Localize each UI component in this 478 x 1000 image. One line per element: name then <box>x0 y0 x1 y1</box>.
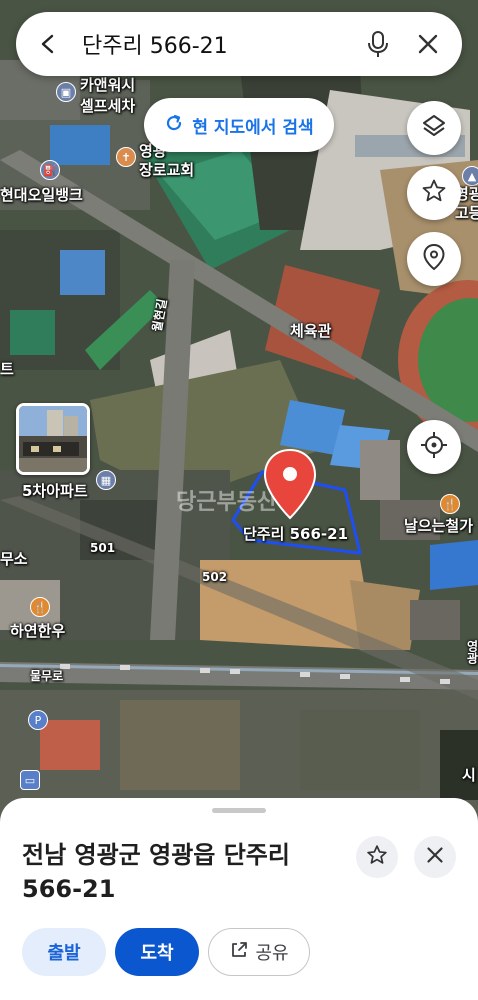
bus-stop-icon[interactable]: ▭ <box>20 770 40 790</box>
map-label-carwash[interactable]: 카앤워시 <box>80 74 135 95</box>
parking-icon[interactable]: P <box>28 710 48 730</box>
map-label-apartment[interactable]: 5차아파트 <box>22 480 88 501</box>
refresh-icon <box>164 113 184 138</box>
depart-button[interactable]: 출발 <box>22 928 106 976</box>
place-bottom-sheet[interactable]: 전남 영광군 영광읍 단주리 566-21 출발 도착 공유 <box>0 798 478 1000</box>
back-arrow-icon[interactable] <box>30 26 66 62</box>
address-number: 501 <box>90 541 116 555</box>
map-label-restaurant[interactable]: 날으는철가 <box>404 515 473 536</box>
map-label-edge-right[interactable]: 시 <box>462 764 476 785</box>
share-button[interactable]: 공유 <box>208 928 310 976</box>
church-icon[interactable]: ✝ <box>116 147 136 167</box>
close-sheet-button[interactable] <box>414 836 456 878</box>
search-this-area-button[interactable]: 현 지도에서 검색 <box>144 98 334 152</box>
arrive-button[interactable]: 도착 <box>115 928 199 976</box>
parcel-label[interactable]: 단주리 566-21 <box>243 523 348 544</box>
close-icon[interactable] <box>408 24 448 64</box>
map-label-gym[interactable]: 체육관 <box>290 320 331 341</box>
saved-places-button[interactable] <box>407 232 461 286</box>
crosshair-icon <box>420 431 448 463</box>
map-label-office[interactable]: 무소 <box>0 548 28 569</box>
search-query-text[interactable]: 단주리 566-21 <box>66 28 348 60</box>
map-label-edge[interactable]: 트 <box>0 358 14 379</box>
map-label-hanwoo[interactable]: 하연한우 <box>10 620 65 641</box>
share-label: 공유 <box>255 943 289 964</box>
location-pin-marker[interactable] <box>262 448 318 524</box>
search-this-area-label: 현 지도에서 검색 <box>192 117 314 138</box>
save-star-button[interactable] <box>356 836 398 878</box>
sheet-drag-handle[interactable] <box>212 808 266 813</box>
road-label-horizontal: 물무로 <box>30 669 64 683</box>
map-label-church[interactable]: 장로교회 <box>139 159 194 180</box>
carwash-icon[interactable]: ▣ <box>56 82 76 102</box>
layers-icon <box>421 113 447 143</box>
map-label-school[interactable]: 고등학 <box>455 202 478 223</box>
my-location-button[interactable] <box>407 420 461 474</box>
share-icon <box>229 940 249 965</box>
place-photo-thumbnail[interactable] <box>16 403 90 475</box>
depart-label: 출발 <box>47 943 81 964</box>
arrive-label: 도착 <box>140 943 174 964</box>
favorites-button[interactable] <box>407 166 461 220</box>
map-label-edge-right[interactable]: 영광 <box>464 640 478 664</box>
microphone-icon[interactable] <box>358 24 398 64</box>
search-bar[interactable]: 단주리 566-21 <box>16 12 462 76</box>
close-icon <box>426 846 444 868</box>
restaurant-icon[interactable]: 🍴 <box>440 494 460 514</box>
place-title: 전남 영광군 영광읍 단주리 566-21 <box>22 841 290 903</box>
apartment-icon[interactable]: ▦ <box>96 470 116 490</box>
map-label-carwash[interactable]: 셀프세차 <box>80 95 135 116</box>
star-icon <box>366 844 388 870</box>
map-label-gas-station[interactable]: 현대오일뱅크 <box>0 184 83 205</box>
restaurant-icon[interactable]: 🍴 <box>30 597 50 617</box>
layers-button[interactable] <box>407 101 461 155</box>
photo-image <box>19 406 87 472</box>
address-number: 502 <box>202 570 228 584</box>
star-icon <box>421 178 447 208</box>
gas-station-icon[interactable]: ⛽ <box>40 160 60 180</box>
location-pin-icon <box>422 243 446 275</box>
